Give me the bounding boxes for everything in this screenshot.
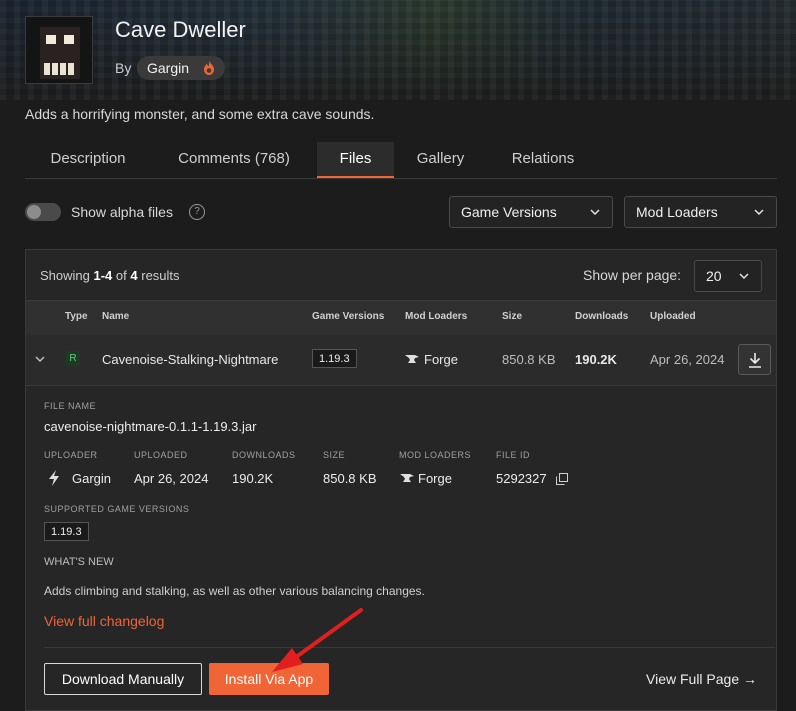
th-uploaded[interactable]: Uploaded bbox=[650, 311, 696, 322]
download-icon bbox=[749, 353, 761, 368]
project-avatar bbox=[25, 16, 93, 84]
project-summary: Adds a horrifying monster, and some extr… bbox=[25, 106, 375, 122]
supported-version-chip: 1.19.3 bbox=[44, 522, 89, 541]
view-full-page-link[interactable]: View Full Page → bbox=[646, 671, 757, 687]
view-changelog-link[interactable]: View full changelog bbox=[44, 613, 164, 629]
tab-description[interactable]: Description bbox=[25, 142, 151, 178]
th-downloads[interactable]: Downloads bbox=[575, 311, 628, 322]
downloads-label: DOWNLOADS bbox=[232, 450, 296, 460]
game-versions-select[interactable]: Game Versions bbox=[449, 196, 613, 228]
per-page-select[interactable]: 20 bbox=[694, 260, 762, 292]
lightning-icon bbox=[49, 470, 59, 486]
divider bbox=[44, 647, 775, 648]
supported-versions-label: SUPPORTED GAME VERSIONS bbox=[44, 504, 190, 514]
game-versions-label: Game Versions bbox=[461, 204, 557, 220]
mod-loader-value: Forge bbox=[418, 471, 452, 486]
chevron-down-icon bbox=[739, 273, 749, 279]
help-icon[interactable]: ? bbox=[189, 204, 205, 220]
alpha-toggle-label: Show alpha files bbox=[71, 204, 173, 220]
install-via-app-button[interactable]: Install Via App bbox=[209, 663, 329, 695]
mod-loader-cell: Forge bbox=[424, 352, 458, 367]
tab-gallery[interactable]: Gallery bbox=[400, 142, 481, 178]
tab-comments[interactable]: Comments (768) bbox=[157, 142, 311, 178]
th-game-versions[interactable]: Game Versions bbox=[312, 311, 384, 322]
size-cell: 850.8 KB bbox=[502, 352, 556, 367]
downloads-value: 190.2K bbox=[232, 471, 274, 486]
whats-new-text: Adds climbing and stalking, as well as o… bbox=[44, 584, 425, 598]
project-tabs: Description Comments (768) Files Gallery… bbox=[25, 142, 777, 179]
copy-icon[interactable] bbox=[556, 473, 568, 485]
uploader-value[interactable]: Gargin bbox=[72, 471, 111, 486]
chevron-down-icon bbox=[590, 209, 600, 215]
project-title: Cave Dweller bbox=[115, 17, 246, 42]
whats-new-label: WHAT'S NEW bbox=[44, 556, 114, 568]
mod-loaders-label: Mod Loaders bbox=[636, 204, 718, 220]
chevron-down-icon[interactable] bbox=[35, 356, 45, 362]
mod-loaders-select[interactable]: Mod Loaders bbox=[624, 196, 777, 228]
th-size[interactable]: Size bbox=[502, 311, 522, 322]
uploaded-value: Apr 26, 2024 bbox=[134, 471, 209, 486]
header-banner bbox=[0, 0, 796, 100]
uploader-label: UPLOADER bbox=[44, 450, 98, 460]
th-mod-loaders[interactable]: Mod Loaders bbox=[405, 311, 467, 322]
file-id-value: 5292327 bbox=[496, 471, 547, 486]
by-label: By bbox=[115, 60, 132, 76]
anvil-icon bbox=[400, 474, 414, 482]
author-link[interactable]: Gargin bbox=[137, 56, 225, 80]
per-page-value: 20 bbox=[706, 268, 722, 284]
alpha-toggle[interactable] bbox=[25, 203, 61, 221]
size-label: SIZE bbox=[323, 450, 346, 460]
th-name[interactable]: Name bbox=[102, 311, 129, 322]
anvil-icon bbox=[405, 355, 419, 363]
downloads-cell: 190.2K bbox=[575, 352, 617, 367]
file-name-cell[interactable]: Cavenoise-Stalking-Nightmare bbox=[102, 352, 278, 367]
game-version-chip: 1.19.3 bbox=[312, 349, 357, 368]
file-id-label: FILE ID bbox=[496, 450, 531, 460]
results-count: Showing 1-4 of 4 results bbox=[40, 268, 180, 283]
uploaded-cell: Apr 26, 2024 bbox=[650, 352, 725, 367]
author-name: Gargin bbox=[147, 60, 190, 76]
th-type: Type bbox=[65, 311, 88, 322]
mod-loaders-label: MOD LOADERS bbox=[399, 450, 472, 460]
size-value: 850.8 KB bbox=[323, 471, 377, 486]
tab-files[interactable]: Files bbox=[317, 142, 394, 178]
flame-icon bbox=[204, 60, 214, 75]
release-type-badge: R bbox=[66, 351, 80, 366]
toggle-knob bbox=[27, 205, 41, 219]
tab-relations[interactable]: Relations bbox=[487, 142, 599, 178]
uploaded-label: UPLOADED bbox=[134, 450, 188, 460]
file-name-value: cavenoise-nightmare-0.1.1-1.19.3.jar bbox=[44, 419, 257, 434]
per-page-label: Show per page: bbox=[583, 267, 682, 283]
file-name-label: FILE NAME bbox=[44, 401, 97, 411]
download-manually-button[interactable]: Download Manually bbox=[44, 663, 202, 695]
chevron-down-icon bbox=[754, 209, 764, 215]
download-button[interactable] bbox=[738, 344, 771, 375]
